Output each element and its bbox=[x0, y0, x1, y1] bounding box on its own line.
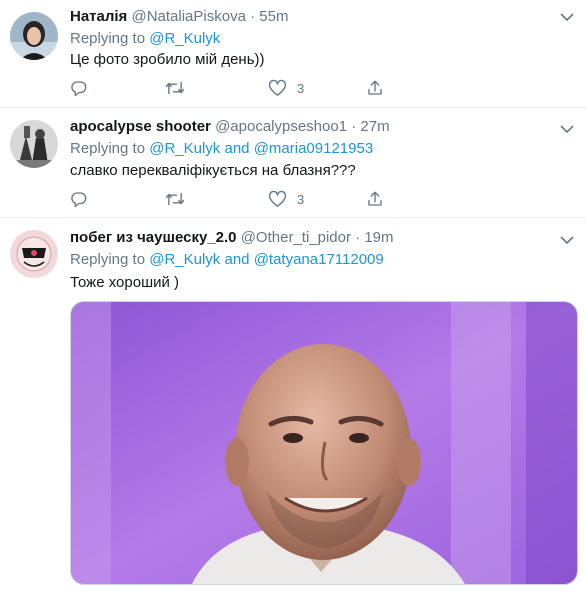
chevron-down-icon[interactable] bbox=[560, 235, 574, 245]
reply-icon bbox=[70, 190, 88, 208]
separator: · bbox=[250, 8, 256, 25]
like-count: 3 bbox=[297, 191, 305, 207]
replying-to: Replying to @R_Kulyk bbox=[70, 29, 220, 49]
retweet-icon bbox=[165, 79, 185, 97]
tweet-actions: 3 bbox=[70, 78, 390, 98]
heart-icon bbox=[268, 190, 287, 208]
user-handle[interactable]: @NataliaPiskova bbox=[131, 8, 245, 25]
like-button[interactable]: 3 bbox=[268, 189, 304, 209]
photo bbox=[71, 302, 577, 584]
tweet-actions: 3 bbox=[70, 189, 390, 209]
display-name[interactable]: Наталія bbox=[70, 8, 127, 25]
retweet-button[interactable] bbox=[165, 78, 185, 98]
conjunction: and bbox=[220, 251, 254, 268]
tweet-media-image[interactable] bbox=[70, 301, 578, 585]
timestamp[interactable]: 19m bbox=[364, 229, 393, 246]
reply-button[interactable] bbox=[70, 189, 88, 209]
display-name[interactable]: побег из чаушеску_2.0 bbox=[70, 229, 237, 246]
chevron-down-icon[interactable] bbox=[560, 124, 574, 134]
replying-prefix: Replying to bbox=[70, 251, 150, 268]
tweet-1[interactable]: Наталія @NataliaPiskova · 55m Replying t… bbox=[0, 0, 586, 108]
retweet-button[interactable] bbox=[165, 189, 185, 209]
reply-button[interactable] bbox=[70, 78, 88, 98]
mention-link[interactable]: @R_Kulyk bbox=[149, 140, 220, 157]
share-icon bbox=[366, 190, 384, 208]
tweet-header: побег из чаушеску_2.0 @Other_ti_pidor · … bbox=[70, 228, 394, 248]
replying-to: Replying to @R_Kulyk and @tatyana1711200… bbox=[70, 250, 384, 270]
chevron-down-icon[interactable] bbox=[560, 12, 574, 22]
tweet-header: Наталія @NataliaPiskova · 55m bbox=[70, 7, 288, 27]
mention-link[interactable]: @R_Kulyk bbox=[149, 251, 220, 268]
retweet-icon bbox=[165, 190, 185, 208]
display-name[interactable]: apocalypse shooter bbox=[70, 118, 211, 135]
share-icon bbox=[366, 79, 384, 97]
reply-icon bbox=[70, 79, 88, 97]
avatar[interactable] bbox=[10, 12, 58, 60]
replying-prefix: Replying to bbox=[70, 140, 150, 157]
tweet-2[interactable]: apocalypse shooter @apocalypseshoo1 · 27… bbox=[0, 108, 586, 218]
like-count: 3 bbox=[297, 80, 305, 96]
replying-to: Replying to @R_Kulyk and @maria09121953 bbox=[70, 139, 373, 159]
tweet-text: Це фото зробило мій день)) bbox=[70, 51, 265, 68]
separator: · bbox=[355, 229, 361, 246]
share-button[interactable] bbox=[366, 78, 384, 98]
user-handle[interactable]: @apocalypseshoo1 bbox=[215, 118, 347, 135]
mention-link[interactable]: @R_Kulyk bbox=[149, 30, 220, 47]
timestamp[interactable]: 27m bbox=[360, 118, 389, 135]
replying-prefix: Replying to bbox=[70, 30, 150, 47]
avatar[interactable] bbox=[10, 120, 58, 168]
timestamp[interactable]: 55m bbox=[259, 8, 288, 25]
tweet-header: apocalypse shooter @apocalypseshoo1 · 27… bbox=[70, 117, 390, 137]
tweet-text: Тоже хороший ) bbox=[70, 274, 180, 291]
mention-link[interactable]: @tatyana17112009 bbox=[254, 251, 384, 268]
conjunction: and bbox=[220, 140, 254, 157]
user-handle[interactable]: @Other_ti_pidor bbox=[241, 229, 351, 246]
heart-icon bbox=[268, 79, 287, 97]
share-button[interactable] bbox=[366, 189, 384, 209]
separator: · bbox=[351, 118, 357, 135]
like-button[interactable]: 3 bbox=[268, 78, 304, 98]
avatar[interactable] bbox=[10, 230, 58, 278]
tweet-text: славко перекваліфікується на блазня??? bbox=[70, 162, 356, 179]
mention-link[interactable]: @maria09121953 bbox=[254, 140, 373, 157]
